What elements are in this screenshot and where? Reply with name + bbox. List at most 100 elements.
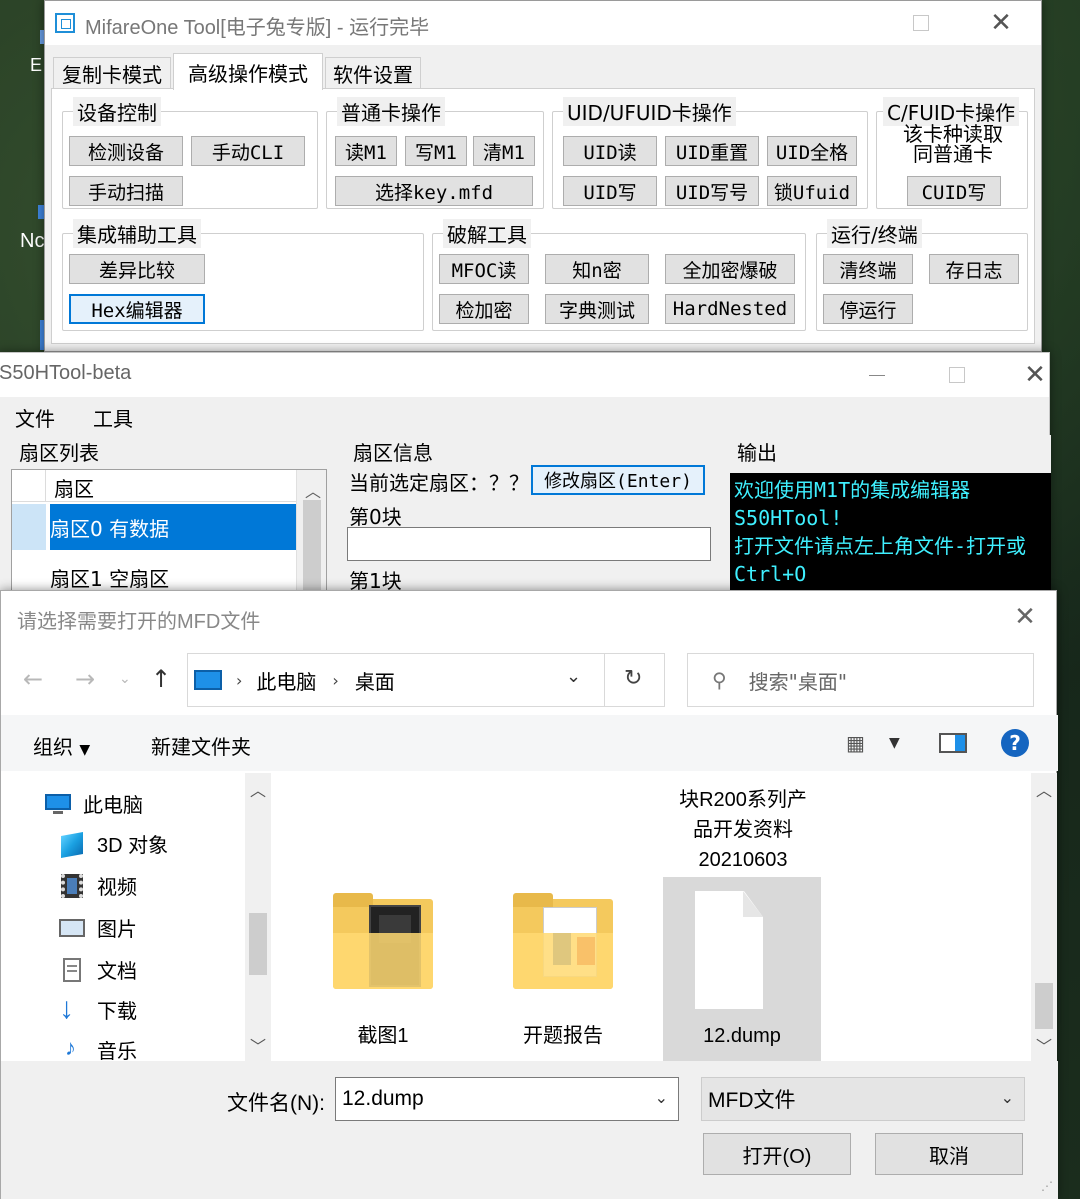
close-button[interactable]: ✕ bbox=[1015, 353, 1055, 397]
file-name-line: 品开发资料 bbox=[693, 819, 793, 841]
lock-ufuid-button[interactable]: 锁Ufuid bbox=[767, 176, 857, 206]
mfoc-read-button[interactable]: MFOC读 bbox=[439, 254, 529, 284]
tab-advanced-mode[interactable]: 高级操作模式 bbox=[173, 53, 323, 90]
scroll-down-icon[interactable]: ﹀ bbox=[1036, 1033, 1052, 1057]
title-bar[interactable]: S50HTool-beta ✕ bbox=[0, 353, 1049, 397]
clear-terminal-button[interactable]: 清终端 bbox=[823, 254, 913, 284]
address-dropdown-icon[interactable]: ⌄ bbox=[566, 666, 581, 687]
breadcrumb-separator-icon: › bbox=[332, 670, 339, 690]
list-header-sector[interactable]: 扇区 bbox=[54, 473, 94, 502]
dictionary-test-button[interactable]: 字典测试 bbox=[545, 294, 649, 324]
help-icon[interactable]: ? bbox=[1001, 729, 1029, 757]
file-list-scrollbar[interactable]: ︿ ﹀ bbox=[1031, 773, 1057, 1061]
group-helper-tools: 集成辅助工具 差异比较 Hex编辑器 bbox=[62, 219, 424, 331]
block0-label: 第0块 bbox=[349, 505, 402, 529]
organize-button[interactable]: 组织 ▼ bbox=[33, 731, 90, 760]
file-name: 开题报告 bbox=[523, 1025, 603, 1047]
up-icon[interactable]: ↑ bbox=[151, 665, 171, 693]
close-button[interactable]: ✕ bbox=[981, 1, 1021, 45]
clear-m1-button[interactable]: 清M1 bbox=[473, 136, 535, 166]
edit-sector-button[interactable]: 修改扇区(Enter) bbox=[531, 465, 705, 495]
output-console[interactable]: 欢迎使用M1T的集成编辑器 S50HTool! 打开文件请点左上角文件-打开或 … bbox=[730, 473, 1051, 603]
uid-write-number-button[interactable]: UID写号 bbox=[665, 176, 759, 206]
breadcrumb-this-pc[interactable]: 此电脑 bbox=[256, 666, 316, 695]
block0-input[interactable] bbox=[347, 527, 711, 561]
manual-cli-button[interactable]: 手动CLI bbox=[191, 136, 305, 166]
refresh-icon[interactable]: ↻ bbox=[624, 666, 642, 691]
cuid-write-button[interactable]: CUID写 bbox=[907, 176, 1001, 206]
uid-format-button[interactable]: UID全格 bbox=[767, 136, 857, 166]
scroll-down-icon[interactable]: ﹀ bbox=[250, 1033, 266, 1057]
tab-copy-mode[interactable]: 复制卡模式 bbox=[53, 57, 171, 89]
known-key-button[interactable]: 知n密 bbox=[545, 254, 649, 284]
uid-write-button[interactable]: UID写 bbox=[563, 176, 657, 206]
scroll-up-icon[interactable]: ︿ bbox=[1036, 777, 1052, 801]
manual-scan-button[interactable]: 手动扫描 bbox=[69, 176, 183, 206]
nav-item-videos[interactable]: 视频 bbox=[59, 871, 137, 900]
detect-device-button[interactable]: 检测设备 bbox=[69, 136, 183, 166]
list-item[interactable]: 块R200系列产 品开发资料 20210603 bbox=[663, 785, 823, 875]
scroll-up-icon[interactable]: ︿ bbox=[305, 478, 321, 502]
title-bar[interactable]: MifareOne Tool[电子兔专版] - 运行完毕 ✕ bbox=[45, 1, 1041, 45]
tab-settings[interactable]: 软件设置 bbox=[325, 57, 421, 89]
stop-run-button[interactable]: 停运行 bbox=[823, 294, 913, 324]
select-key-button[interactable]: 选择key.mfd bbox=[335, 176, 533, 206]
breadcrumb-desktop[interactable]: 桌面 bbox=[355, 666, 395, 695]
command-bar: 组织 ▼ 新建文件夹 ▦ ▼ ? bbox=[1, 715, 1058, 771]
file-type-select[interactable]: MFD文件 ⌄ bbox=[701, 1077, 1025, 1121]
file-name: 截图1 bbox=[357, 1025, 409, 1047]
list-item[interactable]: 扇区0 有数据 bbox=[12, 504, 296, 550]
list-item[interactable]: 开题报告 bbox=[483, 885, 643, 1061]
minimize-button[interactable] bbox=[857, 353, 897, 397]
scroll-thumb[interactable] bbox=[249, 913, 267, 975]
diff-compare-button[interactable]: 差异比较 bbox=[69, 254, 205, 284]
nav-item-this-pc[interactable]: 此电脑 bbox=[45, 789, 143, 818]
maximize-button[interactable] bbox=[937, 353, 977, 397]
preview-pane-icon[interactable] bbox=[939, 733, 967, 753]
file-list[interactable]: 块R200系列产 品开发资料 20210603 截图1 开题报告 12.dump bbox=[273, 773, 1029, 1061]
forward-icon[interactable]: → bbox=[75, 665, 95, 693]
maximize-button[interactable] bbox=[901, 1, 941, 45]
nav-scrollbar[interactable]: ︿ ﹀ bbox=[245, 773, 271, 1061]
address-bar[interactable]: › 此电脑 › 桌面 ⌄ ↻ bbox=[187, 653, 665, 707]
filename-input[interactable]: 12.dump ⌄ bbox=[335, 1077, 679, 1121]
open-button[interactable]: 打开(O) bbox=[703, 1133, 851, 1175]
hex-editor-button[interactable]: Hex编辑器 bbox=[69, 294, 205, 324]
menu-file[interactable]: 文件 bbox=[15, 403, 55, 432]
menu-tools[interactable]: 工具 bbox=[93, 403, 133, 432]
dialog-title: 请选择需要打开的MFD文件 bbox=[17, 611, 261, 633]
nav-item-music[interactable]: ♪ 音乐 bbox=[59, 1035, 137, 1061]
chevron-down-icon[interactable]: ⌄ bbox=[1001, 1088, 1014, 1108]
view-options-icon[interactable]: ▦ bbox=[846, 731, 865, 755]
resize-grip-icon[interactable]: ⋰ bbox=[1041, 1179, 1053, 1193]
scroll-up-icon[interactable]: ︿ bbox=[250, 777, 266, 801]
scroll-thumb[interactable] bbox=[1035, 983, 1053, 1029]
check-encryption-button[interactable]: 检加密 bbox=[439, 294, 529, 324]
nav-item-3d-objects[interactable]: 3D 对象 bbox=[59, 829, 168, 858]
nav-item-downloads[interactable]: ↓ 下载 bbox=[59, 992, 137, 1025]
list-header: 扇区 bbox=[12, 470, 296, 502]
new-folder-button[interactable]: 新建文件夹 bbox=[151, 731, 251, 760]
nav-item-documents[interactable]: 文档 bbox=[59, 955, 137, 984]
cancel-button[interactable]: 取消 bbox=[875, 1133, 1023, 1175]
group-device-control: 设备控制 检测设备 手动CLI 手动扫描 bbox=[62, 97, 318, 209]
write-m1-button[interactable]: 写M1 bbox=[405, 136, 467, 166]
search-box[interactable]: ⚲ 搜索"桌面" bbox=[687, 653, 1034, 707]
recent-dropdown-icon[interactable]: ⌄ bbox=[119, 671, 131, 687]
uid-read-button[interactable]: UID读 bbox=[563, 136, 657, 166]
title-bar[interactable]: 请选择需要打开的MFD文件 ✕ bbox=[1, 591, 1056, 643]
desktop-icon-label: Nc bbox=[20, 230, 45, 252]
full-crack-button[interactable]: 全加密爆破 bbox=[665, 254, 795, 284]
list-item[interactable]: 截图1 bbox=[303, 885, 463, 1061]
back-icon[interactable]: ← bbox=[23, 665, 43, 693]
view-dropdown-icon[interactable]: ▼ bbox=[889, 735, 900, 751]
close-button[interactable]: ✕ bbox=[1005, 591, 1045, 643]
nav-item-pictures[interactable]: 图片 bbox=[59, 913, 137, 942]
uid-reset-button[interactable]: UID重置 bbox=[665, 136, 759, 166]
list-item-selected[interactable]: 12.dump bbox=[663, 877, 821, 1061]
chevron-down-icon[interactable]: ⌄ bbox=[655, 1088, 668, 1108]
read-m1-button[interactable]: 读M1 bbox=[335, 136, 397, 166]
save-log-button[interactable]: 存日志 bbox=[929, 254, 1019, 284]
hardnested-button[interactable]: HardNested bbox=[665, 294, 795, 324]
sector-list-title: 扇区列表 bbox=[19, 441, 99, 465]
